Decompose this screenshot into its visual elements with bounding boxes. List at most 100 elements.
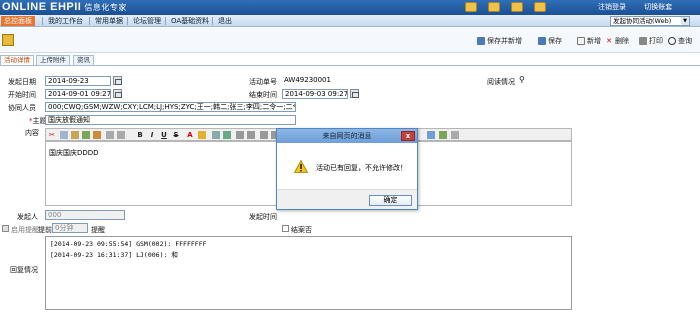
tab-activity-details[interactable]: 活动详情 [0, 55, 34, 65]
switch-account-link[interactable]: 切换账套 [644, 3, 672, 11]
warning-icon [294, 160, 308, 173]
save-and-new-button[interactable]: 保存并新增 [477, 36, 522, 46]
search-icon[interactable]: ⚲ [519, 75, 525, 84]
unordered-list-icon[interactable] [247, 131, 255, 139]
reply-entry: [2014-09-23 09:55:54] GSM(002): FFFFFFFF [50, 240, 207, 248]
calendar-icon[interactable] [113, 76, 122, 85]
new-doc-icon [577, 37, 585, 45]
print-button[interactable]: 打印 [639, 36, 663, 46]
read-status-label: 阅读情况 [487, 78, 515, 86]
calendar-icon[interactable] [511, 2, 523, 12]
italic-button[interactable]: I [148, 131, 156, 139]
copy-icon[interactable] [60, 131, 68, 139]
calendar-icon[interactable] [350, 89, 359, 98]
message-icon[interactable] [488, 2, 500, 12]
process-select-value: 发起协同活动(Web) [613, 17, 672, 25]
subject-field[interactable]: 国庆放假通知 [45, 115, 296, 125]
chevron-down-icon: ▼ [681, 17, 689, 25]
save-icon [538, 37, 546, 45]
dialog-body: 活动已有回复，不允许修改！ 确定 [277, 143, 417, 209]
activity-no-label: 活动单号 [249, 78, 277, 86]
redo-icon[interactable] [117, 131, 125, 139]
ok-button[interactable]: 确定 [369, 195, 412, 206]
nav-my-workbench[interactable]: 我的工作台 [45, 16, 86, 26]
header-icons [465, 2, 546, 12]
nav-forum-mgmt[interactable]: 论坛管理 [130, 16, 164, 26]
bold-button[interactable]: B [136, 131, 144, 139]
tab-upload-attachments[interactable]: 上传附件 [36, 55, 70, 65]
image-icon[interactable] [223, 131, 231, 139]
nav-oa-basic[interactable]: OA基础资料 [168, 16, 212, 26]
nav-exit[interactable]: 退出 [215, 16, 235, 26]
undo-icon[interactable] [106, 131, 114, 139]
logout-link[interactable]: 注销登录 [598, 3, 626, 11]
send-time-label: 发起时间 [249, 213, 277, 221]
begin-time-label: 开始时间 [8, 91, 36, 99]
closed-checkbox[interactable] [282, 225, 289, 232]
remind-prefix: 提前 [38, 226, 52, 234]
cut-icon[interactable]: ✂ [49, 131, 55, 139]
delete-button[interactable]: ✕ 删除 [605, 36, 629, 46]
participants-label: 协同人员 [8, 104, 36, 112]
font-color-button[interactable]: A [186, 131, 194, 139]
format-icon[interactable] [212, 131, 220, 139]
new-button[interactable]: 新增 [577, 36, 601, 46]
dialog-title: 来自网页的消息 [277, 129, 417, 143]
dialog-message: 活动已有回复，不允许修改！ [316, 164, 407, 172]
table-icon[interactable] [427, 131, 435, 139]
top-header: ONLINE EHPII 信息化专家 注销登录 切换账套 [0, 0, 700, 15]
remind-select-value: 0分钟 [55, 224, 74, 232]
ordered-list-icon[interactable] [236, 131, 244, 139]
help-icon[interactable] [534, 2, 546, 12]
save-button[interactable]: 保存 [538, 36, 562, 46]
delete-icon: ✕ [606, 37, 612, 45]
remind-suffix: 提醒 [91, 226, 105, 234]
content-text: 国庆国庆DDDD [49, 149, 99, 157]
logo-subtitle: 信息化专家 [84, 3, 127, 12]
paste-icon[interactable] [71, 131, 79, 139]
main-nav: 总控面板 我的工作台 常用单据 论坛管理 OA基础资料 退出 [0, 15, 700, 27]
smiley-icon[interactable] [439, 131, 447, 139]
print-icon [639, 37, 647, 45]
process-select[interactable]: 发起协同活动(Web) ▼ [610, 16, 690, 26]
end-time-field[interactable]: 2014-09-03 09:27 [282, 89, 348, 99]
tab-divider [0, 65, 700, 66]
nav-control-panel[interactable]: 总控面板 [1, 16, 35, 26]
paste-text-icon[interactable] [82, 131, 90, 139]
reply-label: 回复情况 [10, 266, 38, 274]
initiator-label: 发起人 [17, 213, 38, 221]
remind-select[interactable]: 0分钟 [52, 223, 88, 233]
source-icon[interactable] [451, 131, 459, 139]
nav-common-docs[interactable]: 常用单据 [92, 16, 126, 26]
remind-label: 启用提醒 [11, 226, 39, 234]
participants-field[interactable]: 000;CWQ;GSM;WZW;CXY;LCM;LJ;HYS;ZYC;王一;韩二… [45, 102, 296, 112]
query-button[interactable]: 查询 [668, 36, 692, 46]
strike-button[interactable]: S [172, 131, 180, 139]
align-left-icon[interactable] [260, 131, 268, 139]
dialog-footer: 确定 [277, 189, 417, 209]
subject-label: *主题 [29, 117, 47, 125]
calendar-icon[interactable] [113, 89, 122, 98]
paste-word-icon[interactable] [93, 131, 101, 139]
underline-button[interactable]: U [160, 131, 168, 139]
begin-time-field[interactable]: 2014-09-01 09:27 [45, 89, 111, 99]
activity-no-value: AW49230001 [282, 76, 352, 86]
initiator-field: 000 [45, 210, 125, 220]
start-date-field[interactable]: 2014-09-23 [45, 76, 111, 86]
content-label: 内容 [25, 129, 39, 137]
app-logo: ONLINE EHPII 信息化专家 [2, 1, 127, 13]
reply-box[interactable]: [2014-09-23 09:55:54] GSM(002): FFFFFFFF… [45, 236, 572, 310]
remind-checkbox[interactable] [2, 225, 9, 232]
end-time-label: 结束时间 [249, 91, 277, 99]
action-toolbar: 保存并新增 保存 新增 ✕ 删除 打印 查询 [0, 28, 700, 53]
search-icon [668, 37, 676, 45]
closed-label: 结案否 [291, 226, 312, 234]
module-icon [2, 34, 14, 46]
reply-entry: [2014-09-23 16:31:37] LJ(006): 和 [50, 251, 178, 259]
close-icon[interactable]: x [401, 131, 415, 141]
tab-info[interactable]: 资讯 [73, 55, 94, 65]
highlight-icon[interactable] [198, 131, 206, 139]
message-dialog: 来自网页的消息 x 活动已有回复，不允许修改！ 确定 [276, 128, 418, 210]
header-links: 注销登录 切换账套 [598, 2, 688, 12]
mail-icon[interactable] [465, 2, 477, 12]
